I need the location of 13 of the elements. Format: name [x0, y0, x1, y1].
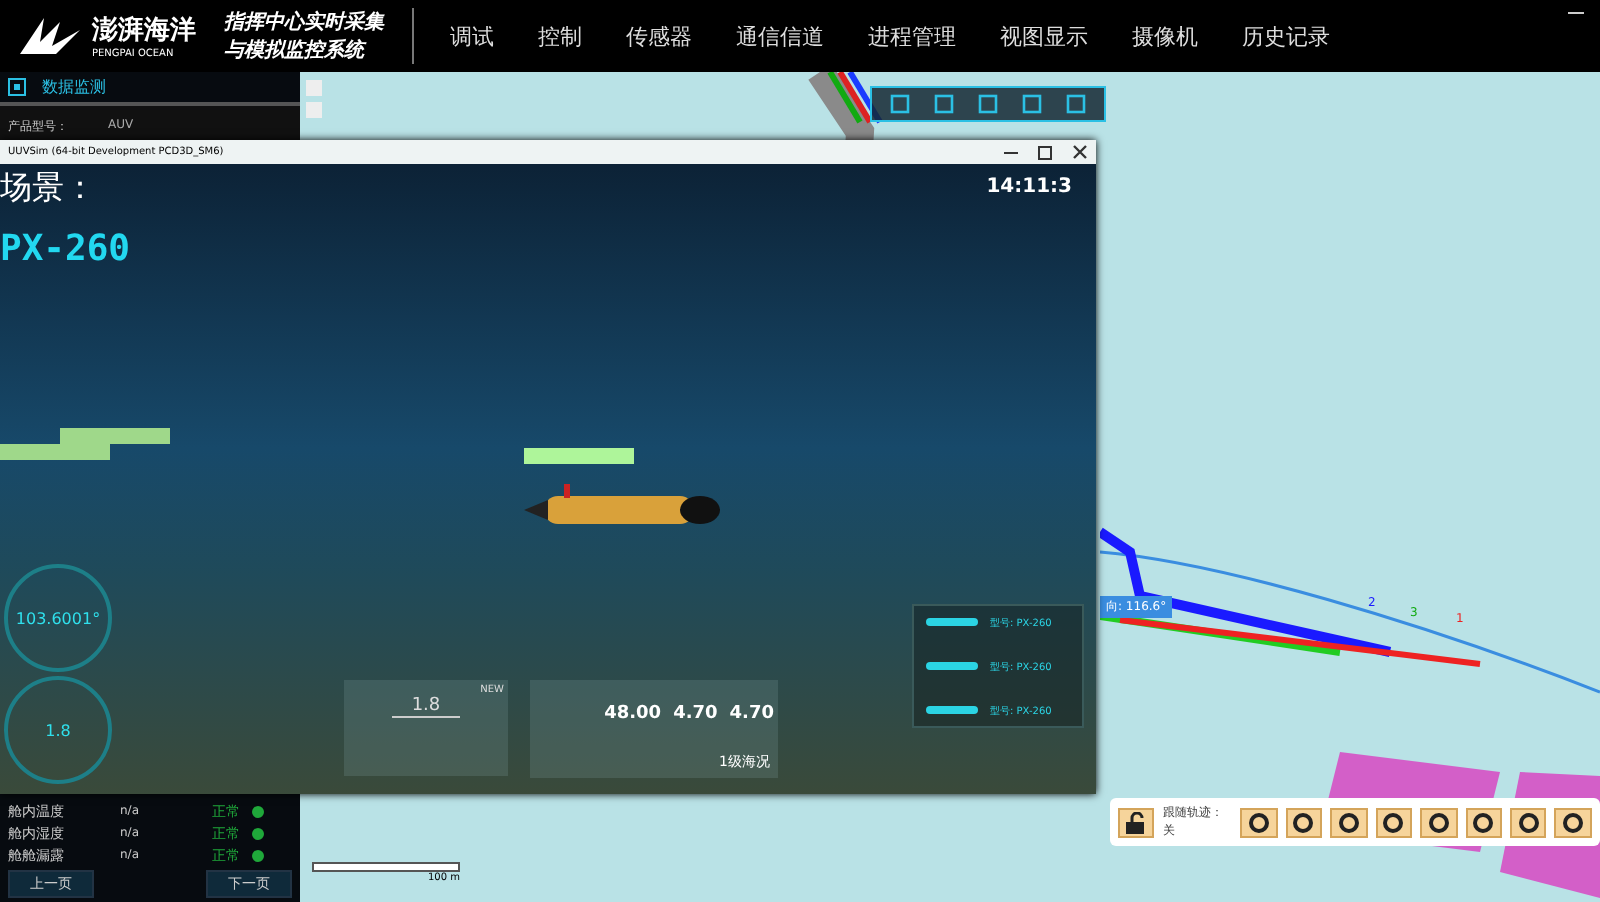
model-name: PX-260	[0, 228, 131, 270]
scene-label: 场景：	[0, 168, 96, 210]
clock-time: 14:11:3	[986, 176, 1072, 198]
reading-value: 4.70	[673, 704, 718, 724]
system-title: 与模拟监控系统	[224, 37, 369, 64]
system-title: 指挥中心实时采集	[224, 8, 384, 36]
section-title: 数据监测	[42, 76, 106, 98]
reading-value: 4.70	[729, 704, 774, 724]
brand-name: 澎湃海洋	[92, 14, 196, 48]
panel-value: 1.8	[391, 696, 461, 718]
reading-value: 48.00	[604, 704, 662, 724]
gauge-value: 1.8	[45, 721, 71, 739]
gauge-value: 103.6001°	[15, 609, 101, 627]
